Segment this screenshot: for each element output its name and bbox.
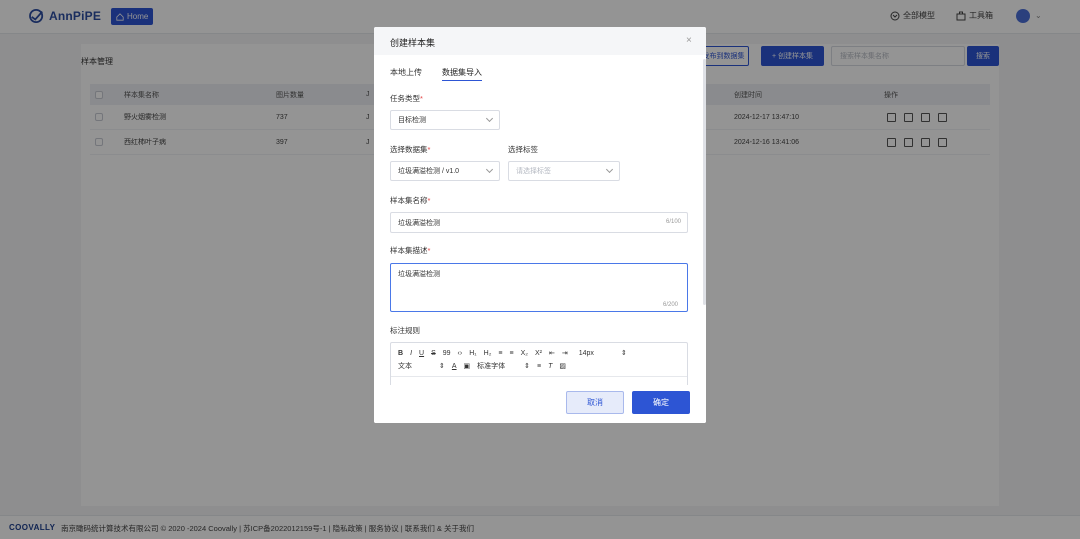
strikethrough-button[interactable]: S <box>431 350 436 357</box>
indent-button[interactable]: ⇥ <box>562 349 568 357</box>
task-type-label: 任务类型* <box>390 94 423 103</box>
confirm-button[interactable]: 确定 <box>632 391 690 414</box>
tab-dataset-import[interactable]: 数据集导入 <box>442 67 482 81</box>
bullet-list-button[interactable]: ≡ <box>510 350 514 357</box>
italic-button[interactable]: I <box>410 350 412 357</box>
dialog-header: 创建样本集 × <box>374 27 706 55</box>
tags-select[interactable]: 请选择标签 <box>508 161 620 181</box>
rich-text-editor[interactable]: B I U S 99 ‹› H₁ H₂ ≡ ≡ X₂ X² ⇤ ⇥ 14px ⇕… <box>390 342 688 387</box>
quote-button[interactable]: 99 <box>443 350 451 357</box>
superscript-button[interactable]: X² <box>535 350 542 357</box>
chevron-updown-icon: ⇕ <box>439 363 445 370</box>
description-value: 垃圾满溢检测 <box>398 271 440 278</box>
create-sample-set-dialog: 创建样本集 × 本地上传 数据集导入 任务类型* 目标检测 选择数据集* 垃圾满… <box>374 27 706 423</box>
chevron-updown-icon: ⇕ <box>524 363 531 370</box>
dialog-scrollbar[interactable] <box>703 59 706 305</box>
dataset-select[interactable]: 垃圾满溢检测 / v1.0 <box>390 161 500 181</box>
tags-label: 选择标签 <box>508 145 538 154</box>
tags-placeholder: 请选择标签 <box>516 168 551 175</box>
sample-set-name-label: 样本集名称* <box>390 196 431 205</box>
name-char-counter: 6/100 <box>666 219 682 225</box>
task-type-value: 目标检测 <box>398 117 426 124</box>
align-icon[interactable]: ≡ <box>537 363 541 370</box>
task-type-select[interactable]: 目标检测 <box>390 110 500 130</box>
sample-set-name-input[interactable]: 垃圾满溢检测 <box>390 212 688 233</box>
chevron-down-icon <box>485 165 494 174</box>
description-char-counter: 6/200 <box>663 302 679 308</box>
chevron-updown-icon: ⇕ <box>620 350 627 357</box>
chevron-down-icon <box>605 165 614 174</box>
text-style-select[interactable]: 文本 <box>398 361 412 371</box>
sample-set-name-value: 垃圾满溢检测 <box>398 219 440 227</box>
ordered-list-button[interactable]: ≡ <box>498 350 502 357</box>
bold-button[interactable]: B <box>398 350 403 357</box>
heading2-button[interactable]: H₂ <box>484 350 492 357</box>
chevron-down-icon <box>485 114 494 123</box>
tab-local-upload[interactable]: 本地上传 <box>390 67 422 81</box>
dataset-label: 选择数据集* <box>390 145 431 154</box>
dataset-value: 垃圾满溢检测 / v1.0 <box>398 168 460 175</box>
outdent-button[interactable]: ⇤ <box>549 349 555 357</box>
editor-toolbar-row-2: 文本 ⇕ A ▣ 标准字体 ⇕ ≡ T ▨ <box>398 361 573 371</box>
description-textarea[interactable]: 垃圾满溢检测 <box>390 263 688 312</box>
close-icon[interactable]: × <box>686 35 692 46</box>
code-button[interactable]: ‹› <box>458 350 463 357</box>
clear-format-icon[interactable]: T <box>548 363 552 370</box>
font-size-select[interactable]: 14px <box>579 350 594 357</box>
import-tabs: 本地上传 数据集导入 <box>390 67 482 83</box>
subscript-button[interactable]: X₂ <box>521 350 528 357</box>
font-color-icon[interactable]: A <box>452 363 457 370</box>
cancel-button[interactable]: 取消 <box>566 391 624 414</box>
annotation-rules-label: 标注规则 <box>390 326 420 335</box>
editor-toolbar-row-1: B I U S 99 ‹› H₁ H₂ ≡ ≡ X₂ X² ⇤ ⇥ 14px ⇕ <box>398 349 634 358</box>
dialog-title: 创建样本集 <box>390 38 436 48</box>
description-label: 样本集描述* <box>390 246 431 255</box>
dialog-footer: 取消 确定 <box>374 385 706 423</box>
font-family-select[interactable]: 标准字体 <box>477 361 505 371</box>
heading1-button[interactable]: H₁ <box>469 350 476 357</box>
underline-button[interactable]: U <box>419 350 424 357</box>
image-icon[interactable]: ▨ <box>559 362 566 370</box>
background-color-icon[interactable]: ▣ <box>464 362 471 370</box>
